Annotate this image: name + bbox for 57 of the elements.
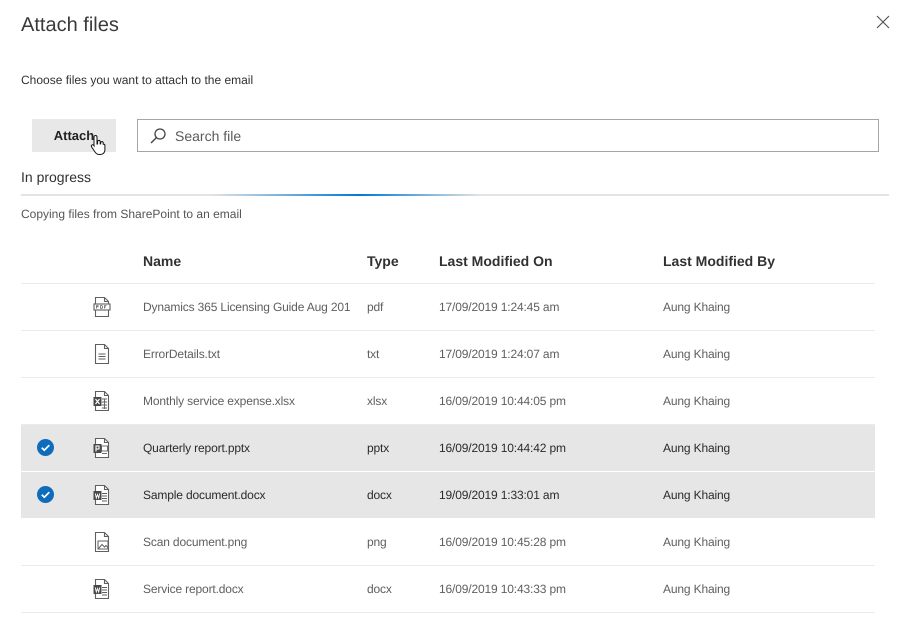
file-name: Service report.docx bbox=[133, 565, 357, 612]
file-name: Quarterly report.pptx bbox=[133, 424, 357, 471]
file-name: Sample document.docx bbox=[133, 471, 357, 518]
progress-label: In progress bbox=[21, 168, 92, 186]
search-icon bbox=[150, 128, 166, 144]
dialog-title: Attach files bbox=[21, 13, 119, 38]
close-button[interactable] bbox=[876, 15, 890, 29]
pdf-document-icon bbox=[92, 296, 110, 318]
file-name: ErrorDetails.txt bbox=[133, 330, 357, 377]
file-type: docx bbox=[357, 565, 429, 612]
modified-by-name: Aung Khaing bbox=[653, 565, 875, 612]
word-document-icon bbox=[92, 578, 110, 600]
check-circle-icon[interactable] bbox=[37, 486, 54, 503]
close-icon bbox=[876, 15, 890, 29]
progress-message: Copying files from SharePoint to an email bbox=[21, 206, 243, 222]
file-type: txt bbox=[357, 330, 429, 377]
file-type: png bbox=[357, 518, 429, 565]
check-circle-icon[interactable] bbox=[37, 439, 54, 456]
modified-by-name: Aung Khaing bbox=[653, 424, 875, 471]
file-row[interactable]: Sample document.docx docx 19/09/2019 1:33:01 am Aung Khaing bbox=[21, 471, 875, 518]
file-type: docx bbox=[357, 471, 429, 518]
modified-by-name: Aung Khaing bbox=[653, 471, 875, 518]
text-document-icon bbox=[92, 342, 110, 364]
modified-date: 17/09/2019 1:24:45 am bbox=[429, 283, 653, 330]
file-type: xlsx bbox=[357, 377, 429, 424]
modified-by-column-header[interactable]: Last Modified By bbox=[653, 240, 875, 283]
modified-by-name: Aung Khaing bbox=[653, 518, 875, 565]
attach-button[interactable]: Attach bbox=[32, 119, 116, 152]
file-row[interactable]: Dynamics 365 Licensing Guide Aug 201 pdf 17/09/2019 1:24:45 am Aung Khaing bbox=[21, 283, 875, 330]
file-row[interactable]: Monthly service expense.xlsx xlsx 16/09/2019 10:44:05 pm Aung Khaing bbox=[21, 377, 875, 424]
search-field[interactable]: Search file bbox=[137, 119, 879, 152]
file-row[interactable]: ErrorDetails.txt txt 17/09/2019 1:24:07 am Aung Khaing bbox=[21, 330, 875, 377]
word-document-icon bbox=[92, 484, 110, 506]
presentation-document-icon bbox=[92, 436, 110, 458]
instruction-text: Choose files you want to attach to the email bbox=[21, 72, 254, 88]
spreadsheet-document-icon bbox=[92, 390, 110, 412]
image-document-icon bbox=[92, 530, 110, 552]
modified-date: 17/09/2019 1:24:07 am bbox=[429, 330, 653, 377]
type-column-header[interactable]: Type bbox=[357, 240, 429, 283]
file-row[interactable]: Quarterly report.pptx pptx 16/09/2019 10:44:42 pm Aung Khaing bbox=[21, 424, 875, 471]
file-row[interactable]: Scan document.png png 16/09/2019 10:45:28 pm Aung Khaing bbox=[21, 518, 875, 565]
file-name: Dynamics 365 Licensing Guide Aug 201 bbox=[133, 283, 357, 330]
file-type: pdf bbox=[357, 283, 429, 330]
modified-date: 16/09/2019 10:45:28 pm bbox=[429, 518, 653, 565]
modified-by-name: Aung Khaing bbox=[653, 283, 875, 330]
file-name: Monthly service expense.xlsx bbox=[133, 377, 357, 424]
file-name: Scan document.png bbox=[133, 518, 357, 565]
modified-date: 16/09/2019 10:44:42 pm bbox=[429, 424, 653, 471]
modified-date: 19/09/2019 1:33:01 am bbox=[429, 471, 653, 518]
file-row[interactable]: Service report.docx docx 16/09/2019 10:43:33 pm Aung Khaing bbox=[21, 565, 875, 612]
name-column-header[interactable]: Name bbox=[133, 240, 357, 283]
modified-by-name: Aung Khaing bbox=[653, 330, 875, 377]
file-type: pptx bbox=[357, 424, 429, 471]
modified-by-name: Aung Khaing bbox=[653, 377, 875, 424]
modified-date: 16/09/2019 10:44:05 pm bbox=[429, 377, 653, 424]
modified-date: 16/09/2019 10:43:33 pm bbox=[429, 565, 653, 612]
modified-on-column-header[interactable]: Last Modified On bbox=[429, 240, 653, 283]
